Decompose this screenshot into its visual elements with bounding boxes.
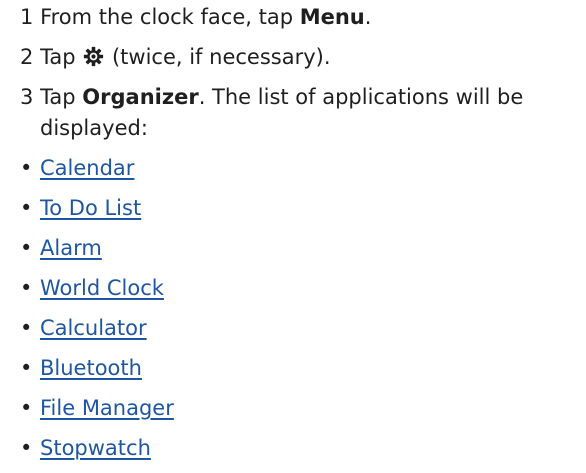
bullet: • [20,316,33,340]
bluetooth-link[interactable]: Bluetooth [40,356,142,380]
list-item: • Stopwatch [20,433,580,464]
step-text: From the clock face, tap [40,5,300,29]
step-2: 2 Tap (twice, if necessary). [20,42,580,73]
bullet: • [20,236,33,260]
alarm-link[interactable]: Alarm [40,236,102,260]
step-text-end: . [364,5,372,29]
bullet: • [20,196,33,220]
list-item: • Calendar [20,153,580,184]
list-item: • To Do List [20,193,580,224]
bullet: • [20,436,33,460]
step-number: 3 [20,85,34,109]
step-text: Tap [40,85,83,109]
world-clock-link[interactable]: World Clock [40,276,164,300]
calculator-link[interactable]: Calculator [40,316,147,340]
bullet: • [20,276,33,300]
file-manager-link[interactable]: File Manager [40,396,174,420]
step-number: 2 [20,45,34,69]
step-number: 1 [20,5,34,29]
step-text-end: (twice, if necessary). [105,45,331,69]
list-item: • World Clock [20,273,580,304]
to-do-list-link[interactable]: To Do List [40,196,141,220]
bullet: • [20,356,33,380]
organizer-label: Organizer [82,85,199,109]
bullet: • [20,156,33,180]
list-item: • Bluetooth [20,353,580,384]
bullet: • [20,396,33,420]
list-item: • Calculator [20,313,580,344]
step-1: 1 From the clock face, tap Menu. [20,2,580,33]
calendar-link[interactable]: Calendar [40,156,134,180]
list-item: • File Manager [20,393,580,424]
applications-list: • Calendar • To Do List • Alarm • World Cloc… [20,153,580,464]
step-3: 3 Tap Organizer. The list of application… [20,82,580,144]
menu-label: Menu [299,5,365,29]
step-text: Tap [40,45,83,69]
list-item: • Alarm [20,233,580,264]
stopwatch-link[interactable]: Stopwatch [40,436,151,460]
instructions: 1 From the clock face, tap Menu. 2 Tap (… [20,2,580,473]
gear-icon [84,46,104,67]
